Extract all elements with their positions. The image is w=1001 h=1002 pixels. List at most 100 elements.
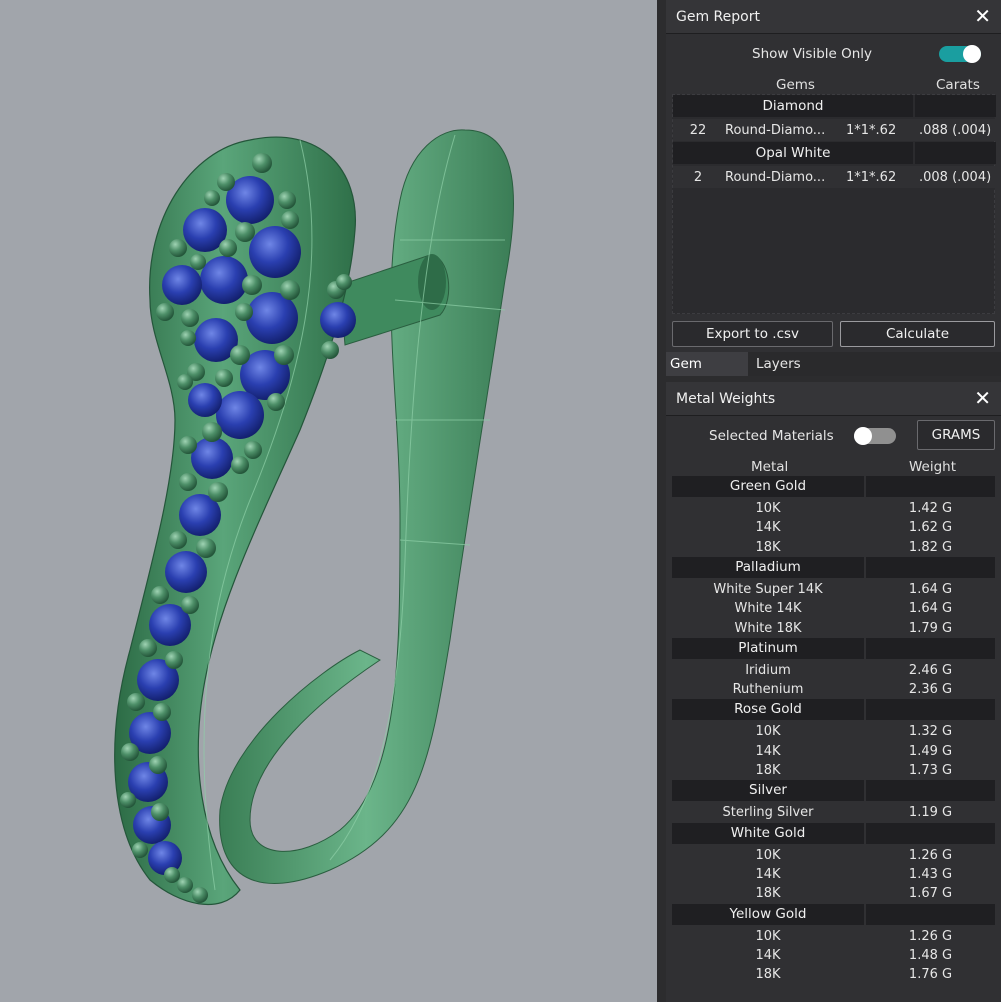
metal-name: 14K (755, 866, 781, 882)
metal-weight: 1.82 G (908, 539, 953, 555)
metal-name: Iridium (745, 662, 791, 678)
gem-carats: .008 (.004) (919, 170, 992, 185)
gem-group-diamond[interactable]: Diamond (673, 95, 996, 117)
metal-group-name: Rose Gold (672, 699, 864, 721)
metal-group-row[interactable]: Yellow Gold (672, 903, 995, 925)
metal-weight: 1.19 G (908, 805, 953, 821)
metal-name: White 18K (734, 620, 802, 636)
metal-row[interactable]: 18K 1.76 G (672, 965, 995, 984)
gem-size: 1*1*.62 (846, 123, 897, 138)
metal-row[interactable]: White 14K 1.64 G (672, 599, 995, 618)
metal-name: 10K (755, 501, 781, 516)
metal-row[interactable]: Ruthenium 2.36 G (672, 680, 995, 699)
gem-group-opal-white[interactable]: Opal White (673, 142, 996, 164)
export-csv-button[interactable]: Export to .csv (672, 321, 833, 347)
right-panel: Gem Report ✕ Show Visible Only Gems Cara… (666, 0, 1001, 1002)
metal-weight: 1.26 G (908, 928, 953, 944)
units-grams-button[interactable]: GRAMS (917, 420, 995, 450)
metal-name: 18K (755, 967, 781, 983)
metal-row[interactable]: 14K 1.49 G (672, 742, 995, 761)
metal-weight: 1.43 G (908, 866, 953, 882)
metal-name: 10K (755, 928, 781, 944)
metal-group-row[interactable]: White Gold (672, 822, 995, 844)
metal-weight: 2.46 G (908, 662, 953, 678)
metal-row[interactable]: Iridium 2.46 G (672, 661, 995, 680)
col-weight-header: Weight (909, 459, 957, 475)
metal-weights-header: Metal Weights ✕ (666, 382, 1001, 416)
gem-report-title: Gem Report (676, 9, 760, 25)
metal-name: 10K (755, 847, 781, 863)
gem-shape: Round-Diamo... (725, 123, 826, 138)
metal-group-row[interactable]: Silver (672, 780, 995, 802)
metal-weights-panel: Metal Weights ✕ Selected Materials GRAMS… (666, 382, 1001, 1002)
selected-materials-toggle[interactable] (854, 427, 896, 445)
metal-weight: 1.42 G (908, 501, 953, 516)
close-icon[interactable]: ✕ (974, 386, 991, 410)
metal-row[interactable]: 18K 1.73 G (672, 761, 995, 780)
metal-group-name: Platinum (672, 637, 864, 659)
metal-name: 18K (755, 763, 781, 778)
col-carats-header: Carats (936, 77, 980, 93)
gem-table: Diamond 22 Round-Diamo... 1*1*.62 .088 (… (672, 94, 996, 314)
metal-row[interactable]: 10K 1.42 G (672, 499, 995, 518)
metal-weight: 1.73 G (908, 763, 953, 778)
metal-weight: 1.62 G (908, 520, 953, 536)
gem-row[interactable]: 22 Round-Diamo... 1*1*.62 .088 (.004) (673, 119, 996, 141)
3d-viewport[interactable] (0, 0, 657, 1002)
tab-layers[interactable]: Layers (752, 352, 805, 376)
metal-name: White Super 14K (713, 581, 823, 597)
metal-row[interactable]: 10K 1.26 G (672, 927, 995, 946)
close-icon[interactable]: ✕ (974, 4, 991, 28)
metal-weight: 1.76 G (908, 967, 953, 983)
metal-row[interactable]: Sterling Silver 1.19 G (672, 803, 995, 822)
metal-group-row[interactable]: Green Gold (672, 476, 995, 497)
gem-group-name: Diamond (673, 95, 913, 117)
ring-model[interactable] (0, 0, 657, 1002)
metal-name: 10K (755, 724, 781, 740)
metal-name: 18K (755, 539, 781, 555)
toggle-knob (854, 427, 872, 445)
metal-weight: 1.48 G (908, 947, 953, 963)
gem-report-header: Gem Report ✕ (666, 0, 1001, 34)
metal-group-name: Yellow Gold (672, 903, 864, 925)
gem-row[interactable]: 2 Round-Diamo... 1*1*.62 .008 (.004) (673, 166, 996, 188)
metal-group-row[interactable]: Palladium (672, 556, 995, 578)
show-visible-toggle[interactable] (939, 45, 981, 63)
metal-group-row[interactable]: Rose Gold (672, 699, 995, 721)
col-metal-header: Metal (751, 459, 789, 475)
metal-row[interactable]: White 18K 1.79 G (672, 619, 995, 638)
metal-name: 14K (755, 743, 781, 759)
metal-weight: 1.64 G (908, 601, 953, 617)
col-gems-header: Gems (776, 77, 815, 93)
metal-weights-title: Metal Weights (676, 391, 776, 407)
metal-row[interactable]: 14K 1.62 G (672, 518, 995, 537)
metal-row[interactable]: 14K 1.48 G (672, 946, 995, 965)
show-visible-row: Show Visible Only (666, 40, 1001, 68)
tab-gem-report[interactable]: Gem Report (666, 352, 748, 396)
metal-group-row[interactable]: Platinum (672, 637, 995, 659)
metal-group-name: Palladium (672, 556, 864, 578)
gem-shape: Round-Diamo... (725, 170, 826, 185)
metal-weight: 1.32 G (908, 724, 953, 740)
metal-weight: 2.36 G (908, 682, 953, 698)
gem-count: 22 (689, 123, 707, 138)
metal-name: 14K (755, 520, 781, 536)
metal-weight: 1.49 G (908, 743, 953, 759)
metal-row[interactable]: 14K 1.43 G (672, 865, 995, 884)
metal-row[interactable]: White Super 14K 1.64 G (672, 580, 995, 599)
metal-row[interactable]: 18K 1.82 G (672, 538, 995, 557)
metal-name: Sterling Silver (722, 805, 814, 821)
metal-name: White 14K (734, 601, 802, 617)
metal-group-name: Silver (672, 780, 864, 802)
metal-row[interactable]: 18K 1.67 G (672, 884, 995, 903)
metal-name: 18K (755, 886, 781, 902)
gem-group-name: Opal White (673, 142, 913, 164)
calculate-button[interactable]: Calculate (840, 321, 995, 347)
metal-row[interactable]: 10K 1.26 G (672, 846, 995, 865)
gem-report-panel: Gem Report ✕ Show Visible Only Gems Cara… (666, 0, 1001, 352)
metal-name: Ruthenium (732, 682, 804, 698)
toggle-knob (963, 45, 981, 63)
metal-row[interactable]: 10K 1.32 G (672, 722, 995, 741)
panel-splitter[interactable] (657, 0, 666, 1002)
metal-name: 14K (755, 947, 781, 963)
